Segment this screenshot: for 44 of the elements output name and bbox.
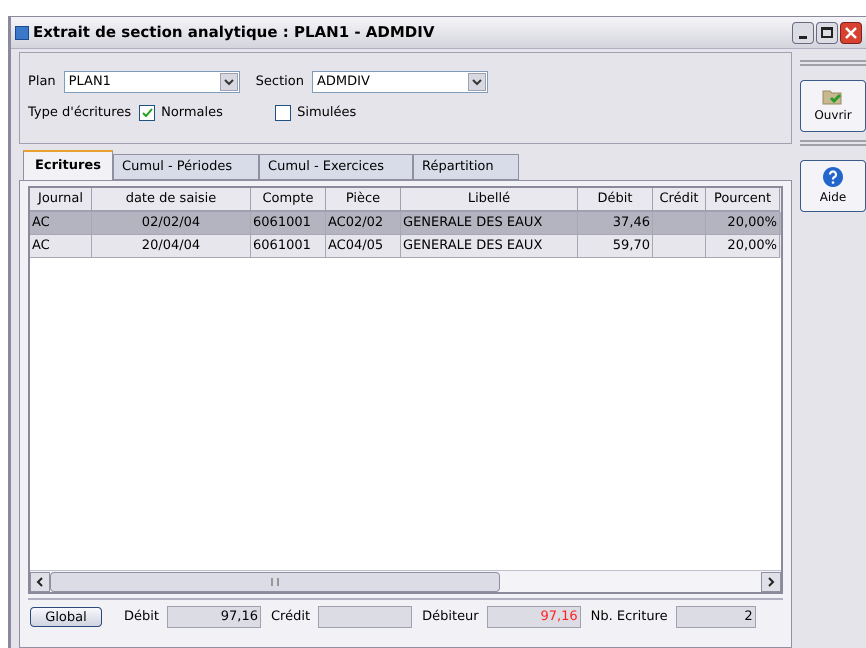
plan-label: Plan — [28, 73, 56, 92]
tab[interactable]: Ecritures — [23, 150, 113, 180]
tab[interactable]: Cumul - Exercices — [259, 154, 413, 180]
horizontal-scrollbar[interactable] — [30, 570, 781, 592]
side-button[interactable]: Aide — [800, 160, 866, 212]
total-field: 2 — [676, 606, 756, 628]
side-button[interactable]: Ouvrir — [800, 80, 866, 132]
global-button[interactable]: Global — [30, 607, 102, 627]
table-cell: AC — [30, 235, 92, 258]
table-cell: AC04/05 — [326, 235, 401, 258]
scroll-right-icon[interactable] — [761, 572, 781, 592]
checkbox[interactable]: Normales — [139, 103, 276, 122]
close-icon — [845, 26, 857, 38]
table-cell: 59,70 — [578, 235, 653, 258]
table-row[interactable]: AC 02/02/04 6061001 AC02/02 GENERALE DES EAUX 37,46 20,00% — [30, 212, 781, 235]
table-row[interactable]: AC 20/04/04 6061001 AC04/05 GENERALE DES EAUX 59,70 20,00% — [30, 235, 781, 258]
folder-check-icon — [822, 88, 844, 106]
window-app-icon — [15, 26, 29, 40]
total-label: Crédit — [270, 608, 310, 626]
window-title: Extrait de section analytique : PLAN1 - ADMDIV — [33, 22, 436, 44]
total-label: Nb. Ecriture — [590, 608, 668, 626]
table-cell — [653, 235, 706, 258]
help-icon — [822, 166, 844, 188]
total-field: 97,16 — [166, 606, 261, 628]
tab[interactable]: Cumul - Périodes — [113, 154, 259, 180]
scroll-thumb[interactable] — [50, 572, 500, 592]
section-label: Section — [256, 73, 304, 92]
table-cell: GENERALE DES EAUX — [401, 235, 578, 258]
minimize-button[interactable] — [792, 22, 814, 44]
table-cell: 6061001 — [251, 235, 326, 258]
maximize-button[interactable] — [816, 22, 838, 44]
checkmark-icon — [142, 108, 153, 118]
total-label: Débiteur — [422, 608, 479, 626]
scroll-left-icon[interactable] — [30, 572, 50, 592]
tab[interactable]: Répartition — [413, 154, 519, 180]
dropdown[interactable]: PLAN1 — [64, 71, 240, 93]
table-cell: 20,00% — [706, 235, 780, 258]
entry-type-label: Type d'écritures — [28, 104, 132, 122]
total-field: 97,16 — [486, 606, 581, 628]
total-label: Débit — [124, 608, 159, 626]
checkbox[interactable]: Simulées — [275, 103, 412, 122]
dropdown[interactable]: ADMDIV — [312, 71, 488, 93]
close-button[interactable] — [840, 22, 862, 44]
table-cell: 20/04/04 — [92, 235, 251, 258]
